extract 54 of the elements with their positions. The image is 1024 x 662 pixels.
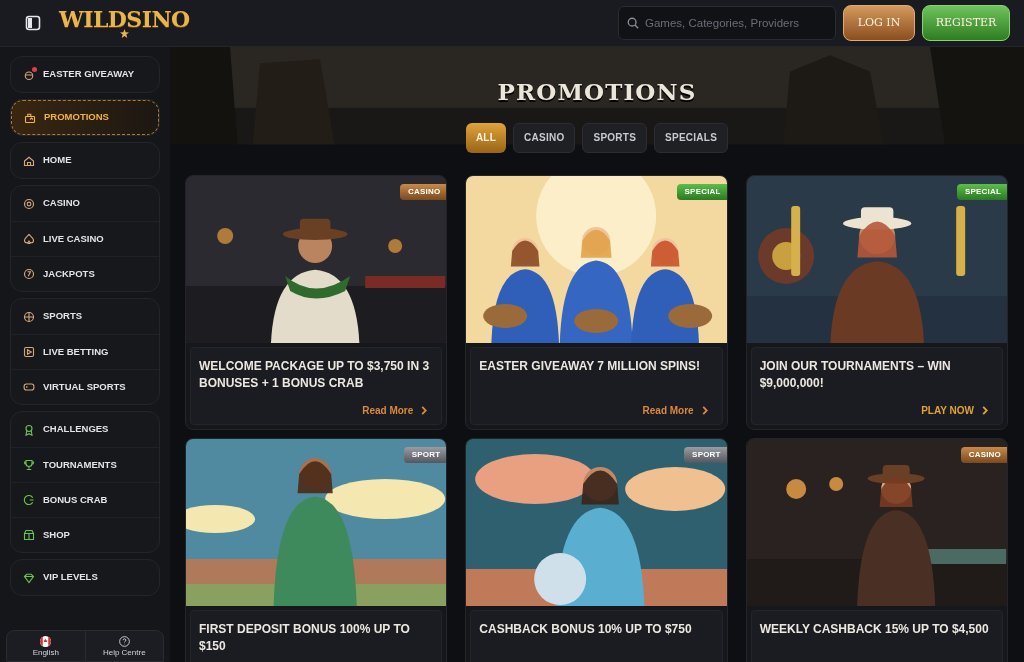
shop-icon xyxy=(23,529,35,541)
flag-icon xyxy=(40,636,52,647)
promo-card[interactable]: CASINO WELCOME PACKAGE UP TO $3,750 IN 3 BONUSES + 1 BONUS CRAB Read More xyxy=(185,174,448,430)
gamepad-icon xyxy=(23,381,35,393)
sidebar-item[interactable]: LIVE BETTING xyxy=(11,334,159,369)
promo-card[interactable]: CASINO WEEKLY CASHBACK 15% UP TO $4,500 xyxy=(745,437,1008,662)
sidebar-item[interactable]: CASINO xyxy=(11,186,159,221)
help-link[interactable]: Help Centre xyxy=(102,648,146,658)
promo-title: EASTER GIVEAWAY 7 MILLION SPINS! xyxy=(479,357,702,375)
seven-icon xyxy=(23,268,35,280)
sidebar-toggle-icon[interactable] xyxy=(25,15,41,31)
chevron-icon xyxy=(701,405,708,415)
promo-title: WELCOME PACKAGE UP TO $3,750 IN 3 BONUSES + 1 BONUS CRAB xyxy=(199,357,431,392)
sidebar-item[interactable]: PROMOTIONS xyxy=(11,100,159,135)
chevron-icon xyxy=(421,405,428,415)
promo-link[interactable]: Read More xyxy=(642,402,708,418)
sidebar-item[interactable]: TOURNAMENTS xyxy=(11,447,159,482)
help-icon xyxy=(118,636,130,647)
promo-title: FIRST DEPOSIT BONUS 100% UP TO $150 xyxy=(199,620,411,655)
egg-icon xyxy=(23,68,35,81)
sidebar-item[interactable]: SPORTS xyxy=(11,299,159,334)
promo-card[interactable]: SPECIAL JOIN OUR TOURNAMENTS – WIN $9,000,000! PLAY NOW xyxy=(745,174,1008,430)
medal-icon xyxy=(23,423,35,436)
promo-card[interactable]: SPORT CASHBACK BONUS 10% UP TO $750 xyxy=(465,437,728,662)
play-icon xyxy=(23,346,35,358)
promo-title: WEEKLY CASHBACK 15% UP TO $4,500 xyxy=(759,620,990,638)
promo-title: JOIN OUR TOURNAMENTS – WIN $9,000,000! xyxy=(759,357,952,392)
promo-link[interactable]: Read More xyxy=(362,402,428,418)
star-icon xyxy=(119,29,129,38)
promo-link[interactable]: PLAY NOW xyxy=(921,402,988,418)
trophy-icon xyxy=(23,459,35,471)
language-link[interactable]: English xyxy=(32,648,59,658)
login-button[interactable]: LOG IN xyxy=(843,5,915,41)
chevron-icon xyxy=(982,405,988,415)
sidebar-item[interactable]: VIP LEVELS xyxy=(11,560,159,595)
ball-icon xyxy=(23,310,35,323)
logo[interactable]: WILDSINO xyxy=(59,8,190,30)
home-icon xyxy=(23,154,35,167)
search-field[interactable]: Games, Categories, Providers xyxy=(618,6,836,40)
promo-card[interactable]: SPORT FIRST DEPOSIT BONUS 100% UP TO $150 xyxy=(185,437,448,662)
sidebar-item[interactable]: CHALLENGES xyxy=(11,412,159,447)
sidebar-item[interactable]: LIVE CASINO xyxy=(11,221,159,256)
promo-card[interactable]: SPECIAL EASTER GIVEAWAY 7 MILLION SPINS! Read More xyxy=(465,174,728,430)
promo-title: CASHBACK BONUS 10% UP TO $750 xyxy=(479,620,693,638)
sidebar-item[interactable]: EASTER GIVEAWAY xyxy=(11,57,159,92)
diamond-icon xyxy=(23,571,35,584)
spade-icon xyxy=(23,233,35,245)
search-icon xyxy=(627,17,639,29)
sidebar-item[interactable]: VIRTUAL SPORTS xyxy=(11,369,159,404)
sidebar-item[interactable]: BONUS CRAB xyxy=(11,482,159,517)
sidebar-item[interactable]: SHOP xyxy=(11,517,159,552)
chip-icon xyxy=(23,197,35,210)
sidebar-item[interactable]: HOME xyxy=(11,143,159,178)
sidebar-item[interactable]: JACKPOTS xyxy=(11,256,159,291)
